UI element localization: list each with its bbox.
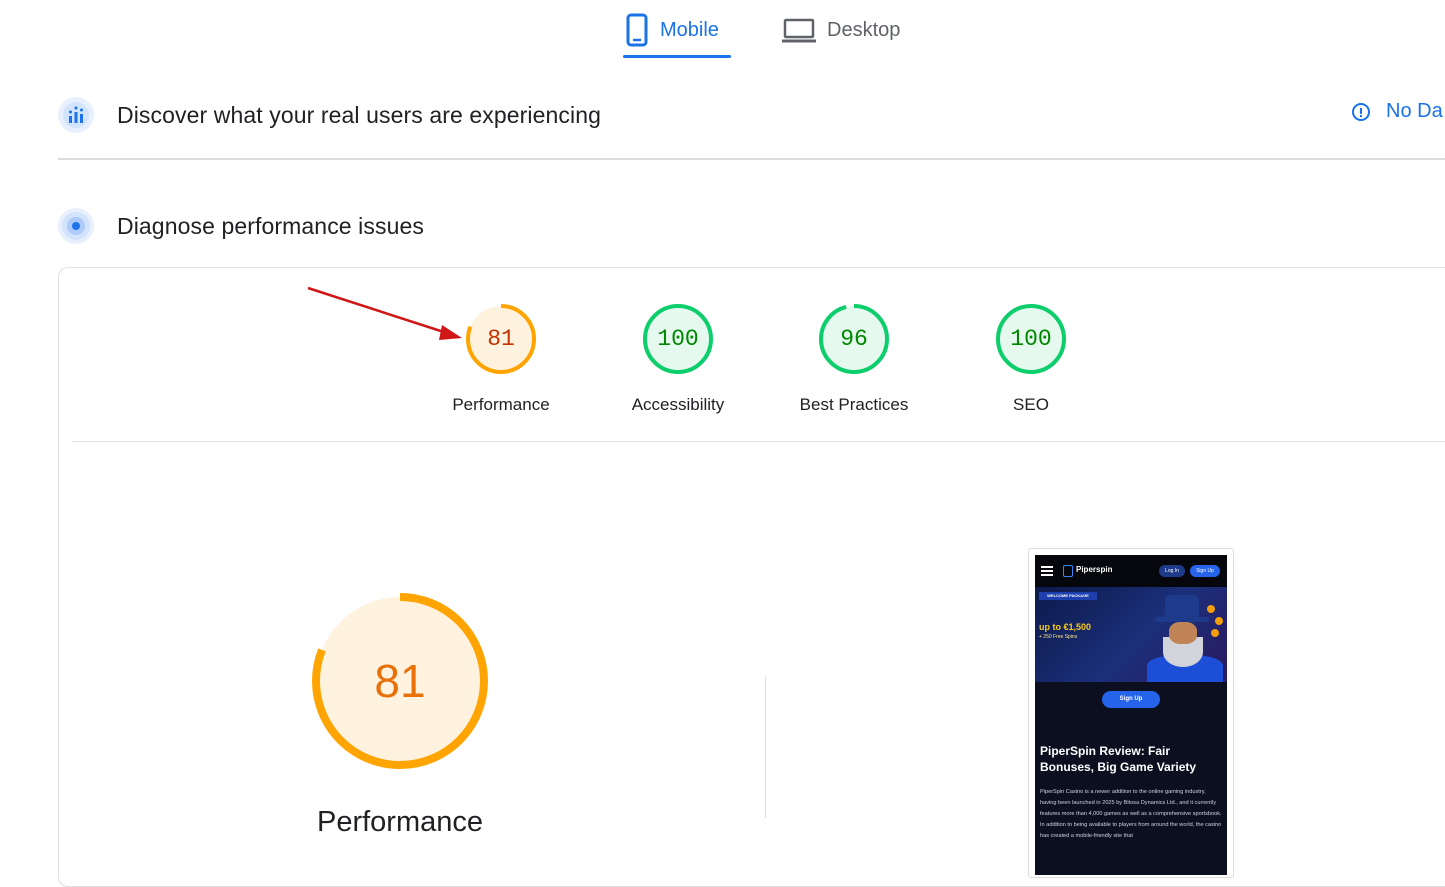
active-tab-indicator xyxy=(623,55,731,58)
diagnose-target-icon xyxy=(58,208,94,244)
score-gauge-best-practices[interactable]: 96 Best Practices xyxy=(784,302,924,415)
diagnose-section-header: Diagnose performance issues xyxy=(58,207,1445,245)
tab-mobile-label: Mobile xyxy=(660,18,719,41)
score-value: 81 xyxy=(487,326,515,352)
score-value: 96 xyxy=(840,326,868,352)
tab-desktop-label: Desktop xyxy=(827,18,901,41)
card-divider xyxy=(72,441,1445,442)
coin-icon xyxy=(1211,629,1219,637)
screenshot-offer: up to €1,500 xyxy=(1039,622,1092,632)
device-tabs: Mobile Desktop xyxy=(0,0,1445,60)
brand-logo-icon xyxy=(1063,565,1073,577)
crux-title: Discover what your real users are experi… xyxy=(117,101,601,128)
score-label: Accessibility xyxy=(631,395,725,414)
smartphone-icon xyxy=(626,13,648,47)
screenshot-signup-main-button: Sign Up xyxy=(1102,691,1160,708)
screenshot-signup-top-button: Sign Up xyxy=(1190,565,1220,577)
crux-section-header[interactable]: Discover what your real users are experi… xyxy=(58,96,1445,134)
coin-icon xyxy=(1207,605,1215,613)
laptop-icon xyxy=(782,18,816,43)
section-divider xyxy=(58,158,1445,160)
main-score-label: Performance xyxy=(316,806,483,838)
score-label: SEO xyxy=(1013,395,1049,414)
hero-character-hat xyxy=(1165,595,1199,619)
tab-mobile[interactable]: Mobile xyxy=(624,0,719,60)
diagnose-title: Diagnose performance issues xyxy=(117,212,424,239)
crux-chart-icon xyxy=(58,97,94,133)
lighthouse-report-card xyxy=(58,267,1445,887)
no-data-label: No Da xyxy=(1386,100,1443,122)
score-gauge-seo[interactable]: 100 SEO xyxy=(961,302,1101,415)
score-value: 100 xyxy=(1010,326,1052,352)
screenshot-brand: Piperspin xyxy=(1076,565,1113,574)
performance-main-gauge: 81 xyxy=(309,590,491,772)
main-score-value: 81 xyxy=(374,655,426,707)
info-icon xyxy=(1352,102,1370,121)
no-data-link[interactable]: No Da xyxy=(1352,100,1443,123)
vertical-divider xyxy=(765,676,766,818)
screenshot-offer-sub: + 250 Free Spins xyxy=(1039,634,1078,640)
score-gauge-accessibility[interactable]: 100 Accessibility xyxy=(608,302,748,415)
hamburger-menu-icon xyxy=(1041,566,1053,576)
coin-icon xyxy=(1215,617,1223,625)
screenshot-welcome-tag: WELCOME PACKAGE xyxy=(1039,592,1097,600)
score-label: Performance xyxy=(452,395,550,414)
screenshot-body-text: PiperSpin Casino is a newer addition to … xyxy=(1040,789,1222,839)
screenshot-login-button: Log In xyxy=(1159,565,1185,577)
screenshot-headline: PiperSpin Review: Fair Bonuses, Big Game… xyxy=(1040,744,1197,774)
score-value: 100 xyxy=(657,326,699,352)
score-label: Best Practices xyxy=(799,395,909,414)
tab-desktop[interactable]: Desktop xyxy=(781,0,900,60)
page-screenshot: Piperspin Log In Sign Up WELCOME PACKAGE… xyxy=(1035,555,1227,875)
hero-character-face xyxy=(1169,622,1197,644)
score-gauge-performance[interactable]: 81 Performance xyxy=(431,302,571,415)
